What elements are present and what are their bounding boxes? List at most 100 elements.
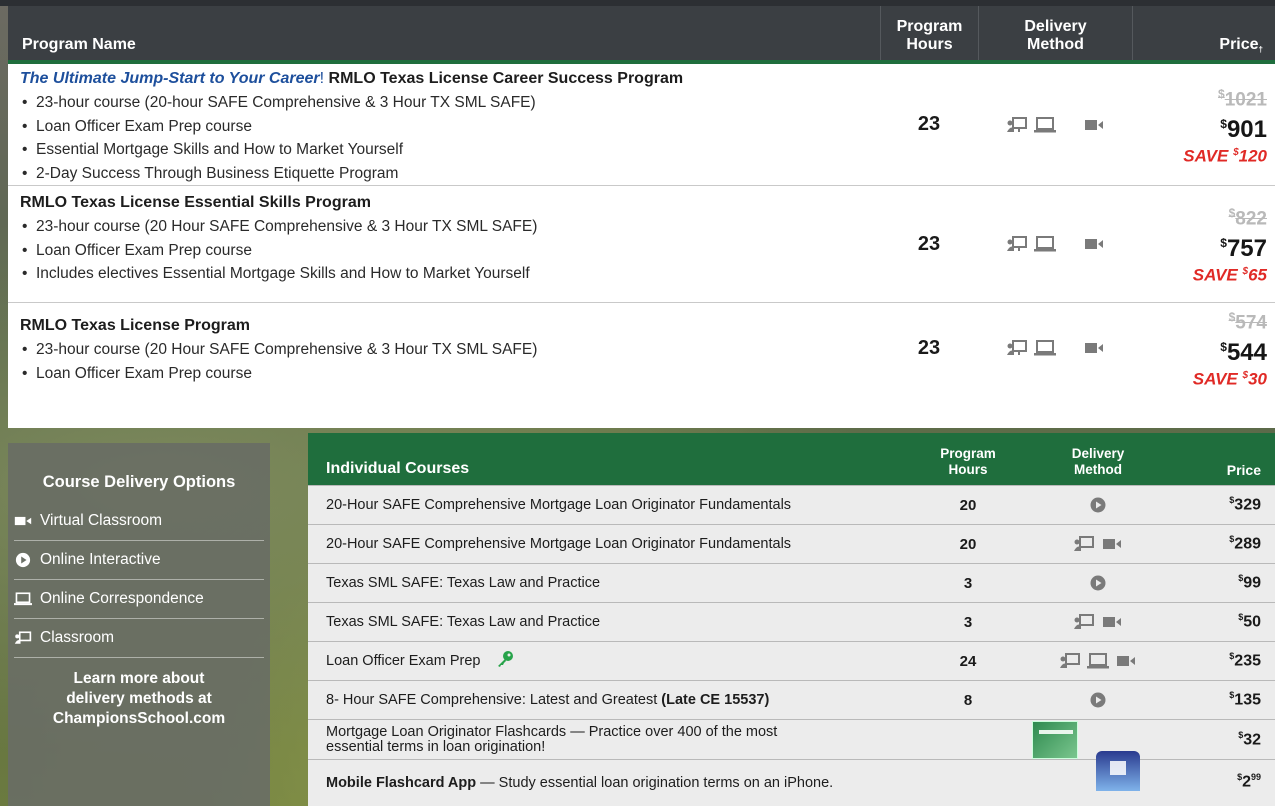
program-hours: 23 <box>917 232 941 255</box>
course-hours: 8 <box>963 691 973 709</box>
course-price: $299 <box>1237 771 1261 790</box>
table-row: 20-Hour SAFE Comprehensive Mortgage Loan… <box>308 485 1275 524</box>
delivery-option-online-interactive: Online Interactive <box>14 541 264 580</box>
website-link[interactable]: ChampionsSchool.com <box>8 709 270 729</box>
panel-title: Course Delivery Options <box>42 473 236 491</box>
header-individual-courses: Individual Courses <box>326 460 470 477</box>
laptop-icon <box>1033 116 1056 134</box>
table-row: Mobile Flashcard App — Study essential l… <box>308 751 1275 799</box>
course-price: $50 <box>1238 612 1261 631</box>
program-row: RMLO Texas License Essential Skills Prog… <box>8 186 1275 303</box>
header-program-hours: Program Hours <box>940 446 996 477</box>
course-name: Mobile Flashcard App — Study essential l… <box>326 775 834 791</box>
program-hours: 23 <box>917 336 941 359</box>
course-price: $235 <box>1229 651 1261 670</box>
header-delivery-method: Delivery Method <box>978 6 1132 60</box>
new-price: $757 <box>1220 235 1267 263</box>
header-price: Price <box>1226 462 1261 478</box>
individual-courses-table: Individual Courses Program Hours Delivery… <box>308 433 1275 806</box>
delivery-icons <box>978 186 1132 302</box>
old-price: $1021 <box>1218 86 1267 110</box>
program-row: RMLO Texas License Program 23-hour cours… <box>8 303 1275 393</box>
course-price: $135 <box>1229 690 1261 709</box>
header-price: Price † <box>1132 6 1275 60</box>
list-item: Essential Mortgage Skills and How to Mar… <box>20 138 880 162</box>
program-bullets: 23-hour course (20 Hour SAFE Comprehensi… <box>20 338 880 385</box>
delivery-option-classroom: Classroom <box>14 619 264 658</box>
delivery-option-online-correspondence: Online Correspondence <box>14 580 264 619</box>
mobile-app-phone-image <box>1096 751 1140 791</box>
program-price: $574 $544 SAVE $30 <box>1132 303 1275 393</box>
list-item: Loan Officer Exam Prep course <box>20 115 880 139</box>
course-hours: 3 <box>963 613 973 631</box>
table-row: Texas SML SAFE: Texas Law and Practice 3… <box>308 563 1275 602</box>
video-camera-icon <box>14 513 40 529</box>
list-item: 23-hour course (20-hour SAFE Comprehensi… <box>20 91 880 115</box>
flashcards-product-image <box>1032 720 1078 759</box>
savings: SAVE $120 <box>1183 146 1267 166</box>
course-hours: 20 <box>959 496 977 514</box>
list-item: Loan Officer Exam Prep course <box>20 239 880 263</box>
old-price: $822 <box>1228 206 1267 230</box>
program-title: The Ultimate Jump-Start to Your Career! … <box>20 70 684 87</box>
list-item: 23-hour course (20 Hour SAFE Comprehensi… <box>20 215 880 239</box>
play-circle-icon <box>14 552 40 568</box>
program-row: The Ultimate Jump-Start to Your Career! … <box>8 64 1275 186</box>
table-row: 8- Hour SAFE Comprehensive: Latest and G… <box>308 680 1275 719</box>
course-price: $329 <box>1229 495 1261 514</box>
delivery-option-virtual-classroom: Virtual Classroom <box>14 502 264 541</box>
program-bullets: 23-hour course (20 Hour SAFE Comprehensi… <box>20 215 880 286</box>
delivery-icons <box>978 303 1132 393</box>
course-name: Texas SML SAFE: Texas Law and Practice <box>326 574 601 591</box>
classroom-icon <box>1006 116 1028 134</box>
delivery-icons <box>978 64 1132 185</box>
program-price: $822 $757 SAVE $65 <box>1132 186 1275 302</box>
program-bullets: 23-hour course (20-hour SAFE Comprehensi… <box>20 91 880 185</box>
course-price: $32 <box>1238 729 1261 749</box>
video-camera-icon <box>1115 652 1137 670</box>
video-camera-icon <box>1083 116 1105 134</box>
play-circle-icon <box>1087 496 1109 514</box>
program-title: RMLO Texas License Program <box>20 317 250 334</box>
course-name: Mortgage Loan Originator Flashcards — Pr… <box>326 723 778 755</box>
table-row: 20-Hour SAFE Comprehensive Mortgage Loan… <box>308 524 1275 563</box>
header-delivery-method: Delivery Method <box>1071 446 1125 477</box>
course-price: $289 <box>1229 534 1261 553</box>
list-item: 23-hour course (20 Hour SAFE Comprehensi… <box>20 338 880 362</box>
new-price: $901 <box>1220 115 1267 143</box>
new-price: $544 <box>1220 339 1267 367</box>
old-price: $574 <box>1228 310 1267 334</box>
list-item: Includes electives Essential Mortgage Sk… <box>20 262 880 286</box>
video-camera-icon <box>1101 535 1123 553</box>
laptop-icon <box>14 591 40 607</box>
course-name: 20-Hour SAFE Comprehensive Mortgage Loan… <box>326 496 792 513</box>
course-name: 8- Hour SAFE Comprehensive: Latest and G… <box>326 691 770 708</box>
course-price: $99 <box>1238 573 1261 592</box>
program-table: Program Name Program Hours Delivery Method… <box>8 6 1275 428</box>
key-icon <box>495 650 515 672</box>
header-program-hours: Program Hours <box>880 6 978 60</box>
header-program-name: Program Name <box>22 36 136 53</box>
play-circle-icon <box>1087 574 1109 592</box>
individual-courses-header: Individual Courses Program Hours Delivery… <box>308 433 1275 485</box>
video-camera-icon <box>1083 235 1105 253</box>
laptop-icon <box>1087 652 1109 670</box>
classroom-icon <box>1006 235 1028 253</box>
list-item: 2-Day Success Through Business Etiquette… <box>20 162 880 186</box>
video-camera-icon <box>1101 613 1123 631</box>
savings: SAVE $30 <box>1192 369 1267 389</box>
classroom-icon <box>1006 339 1028 357</box>
play-circle-icon <box>1087 691 1109 709</box>
program-title: RMLO Texas License Essential Skills Prog… <box>20 194 371 211</box>
course-name: 20-Hour SAFE Comprehensive Mortgage Loan… <box>326 535 792 552</box>
classroom-icon <box>1073 535 1095 553</box>
savings: SAVE $65 <box>1192 265 1267 285</box>
video-camera-icon <box>1083 339 1105 357</box>
classroom-icon <box>14 630 40 646</box>
course-hours: 20 <box>959 535 977 553</box>
delivery-options-panel: Course Delivery Options Virtual Classroo… <box>8 443 270 806</box>
course-name: Texas SML SAFE: Texas Law and Practice <box>326 613 601 630</box>
course-hours: 3 <box>963 574 973 592</box>
program-price: $1021 $901 SAVE $120 <box>1132 64 1275 185</box>
learn-more-text: Learn more about delivery methods at Cha… <box>8 669 270 729</box>
